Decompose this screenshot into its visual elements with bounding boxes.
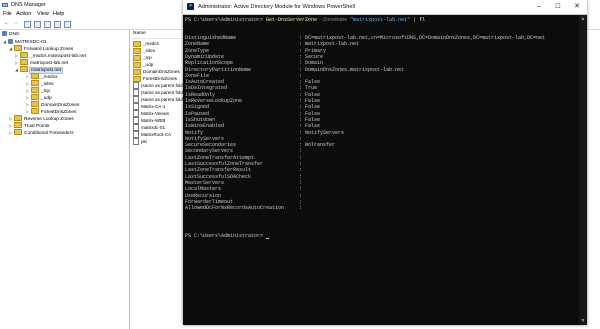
column-divider xyxy=(131,38,186,39)
command-pipe: | xyxy=(413,17,417,23)
command-line: PS C:\Users\Administrator> Get-DnsServer… xyxy=(185,17,425,23)
tree-node-sites[interactable]: ▷ _sites xyxy=(26,80,54,87)
command-param: -ZoneName xyxy=(320,17,348,23)
tree-node-forestdnszones[interactable]: ▷ ForestDnsZones xyxy=(26,108,76,115)
list-item[interactable]: ForestDnsZones xyxy=(133,75,177,82)
export-list-icon[interactable] xyxy=(54,21,61,28)
folder-icon xyxy=(31,101,39,108)
list-item[interactable]: DomainDnsZones xyxy=(133,68,180,75)
tree-node-trust-points[interactable]: ▷ Trust Points xyxy=(9,122,49,129)
folder-icon xyxy=(31,94,39,101)
back-arrow-icon[interactable]: ← xyxy=(3,20,10,27)
list-item[interactable]: (same as parent fold xyxy=(133,96,183,104)
minimize-button[interactable]: – xyxy=(530,0,548,14)
list-item[interactable]: (same as parent fold xyxy=(133,89,183,97)
console-output[interactable]: PS C:\Users\Administrator> Get-DnsServer… xyxy=(183,15,579,325)
property-value: : DomainDnsZones.matrixpost-lab.net xyxy=(299,66,405,73)
tree-node-server[interactable]: ◢ MATRIXDC-01 xyxy=(3,38,47,45)
maximize-button[interactable]: ☐ xyxy=(549,0,567,14)
list-item[interactable]: _udp xyxy=(133,61,153,68)
property-name: AllowedDcForNsRecordsAutoCreation xyxy=(185,205,285,212)
folder-icon xyxy=(31,80,39,87)
scroll-up-arrow-icon[interactable]: ▲ xyxy=(579,15,587,23)
menu-help[interactable]: Help xyxy=(53,10,64,18)
folder-icon xyxy=(31,87,39,94)
powershell-window: > Administrator: Active Directory Module… xyxy=(183,0,587,325)
folder-icon xyxy=(14,115,22,122)
details-pane: Name _msdcs _sites _tcp _udp DomainDnsZo… xyxy=(131,30,186,329)
vertical-scrollbar[interactable]: ▲ ▼ xyxy=(579,15,587,325)
show-console-tree-icon[interactable] xyxy=(24,21,31,28)
folder-icon xyxy=(31,108,39,115)
powershell-title: Administrator: Active Directory Module f… xyxy=(198,4,355,10)
folder-icon xyxy=(14,122,22,129)
tree-node-forward-lookup-zones[interactable]: ◢ Forward Lookup Zones xyxy=(9,45,73,52)
prompt: PS C:\Users\Administrator> xyxy=(185,233,264,239)
list-item[interactable]: _sites xyxy=(133,47,155,54)
list-item[interactable]: _msdcs xyxy=(133,40,159,47)
folder-icon xyxy=(133,40,141,47)
help-icon[interactable] xyxy=(64,21,71,28)
refresh-icon[interactable] xyxy=(44,21,51,28)
command-value: "matrixpost-lab.net" xyxy=(350,17,411,23)
list-item[interactable]: pki xyxy=(133,138,147,146)
dns-icon xyxy=(2,31,7,37)
list-item[interactable]: Matrix-WEB xyxy=(133,117,166,125)
powershell-titlebar: > Administrator: Active Directory Module… xyxy=(183,0,587,15)
tree-node-tcp[interactable]: ▷ _tcp xyxy=(26,87,50,94)
tree-node-zone-msdcs[interactable]: ▷ _msdcs.matrixpost-lab.net xyxy=(15,52,86,59)
list-item[interactable]: MatrixRoot-CA xyxy=(133,131,171,139)
command-cmdlet: Get-DnsServerZone xyxy=(266,17,318,23)
server-icon xyxy=(8,39,13,45)
folder-icon xyxy=(14,45,22,52)
tree-node-dns[interactable]: DNS xyxy=(2,31,19,38)
property-value: : NotifyServers xyxy=(299,129,345,136)
folder-icon xyxy=(31,73,39,80)
scroll-down-arrow-icon[interactable]: ▼ xyxy=(579,317,587,325)
list-item[interactable]: Matrix-CA-1 xyxy=(133,103,166,111)
prompt: PS C:\Users\Administrator> xyxy=(185,17,264,23)
list-item[interactable]: (same as parent fold xyxy=(133,82,183,90)
folder-icon xyxy=(133,54,141,61)
dns-manager-app-icon xyxy=(2,3,8,7)
list-item[interactable]: Matrix-Veeam xyxy=(133,110,169,118)
folder-icon xyxy=(133,75,141,82)
tree-node-reverse-lookup-zones[interactable]: ▷ Reverse Lookup Zones xyxy=(9,115,74,122)
tree-node-zone-matrixpost[interactable]: ◢ matrixpost.net xyxy=(15,66,64,74)
prompt-line: PS C:\Users\Administrator> xyxy=(185,233,270,239)
list-item[interactable]: matrixdc-01 xyxy=(133,124,165,132)
zone-icon xyxy=(20,52,28,59)
properties-icon[interactable] xyxy=(34,21,41,28)
zone-icon xyxy=(20,66,28,73)
folder-icon xyxy=(14,129,22,136)
tree-node-domaindnszones[interactable]: ▷ DomainDnsZones xyxy=(26,101,79,108)
console-tree: DNS ◢ MATRIXDC-01 ◢ Forward Lookup Zones ▷… xyxy=(0,30,130,329)
record-icon xyxy=(133,138,139,146)
list-item[interactable]: _tcp xyxy=(133,54,152,61)
tree-node-zone-matrixpost-lab[interactable]: ▷ matrixpost-lab.net xyxy=(15,59,68,66)
tree-node-udp[interactable]: ▷ _udp xyxy=(26,94,52,101)
dns-manager-title: DNS Manager xyxy=(11,2,46,8)
column-header-name[interactable]: Name xyxy=(133,31,146,36)
zone-icon xyxy=(20,59,28,66)
folder-icon xyxy=(133,68,141,75)
property-value: : xyxy=(299,205,306,212)
tree-node-msdcs[interactable]: ▷ _msdcs xyxy=(26,73,58,80)
folder-icon xyxy=(133,47,141,54)
command-alias: fl xyxy=(419,17,426,23)
close-button[interactable]: ✕ xyxy=(568,0,586,14)
menu-file[interactable]: File xyxy=(3,10,12,18)
forward-arrow-icon[interactable]: → xyxy=(12,20,19,27)
folder-icon xyxy=(133,61,141,68)
tree-node-conditional-forwarders[interactable]: ▷ Conditional Forwarders xyxy=(9,129,74,136)
text-cursor xyxy=(266,238,270,239)
powershell-icon: > xyxy=(187,3,194,10)
menu-view[interactable]: View xyxy=(37,10,49,18)
menu-action[interactable]: Action xyxy=(16,10,31,18)
